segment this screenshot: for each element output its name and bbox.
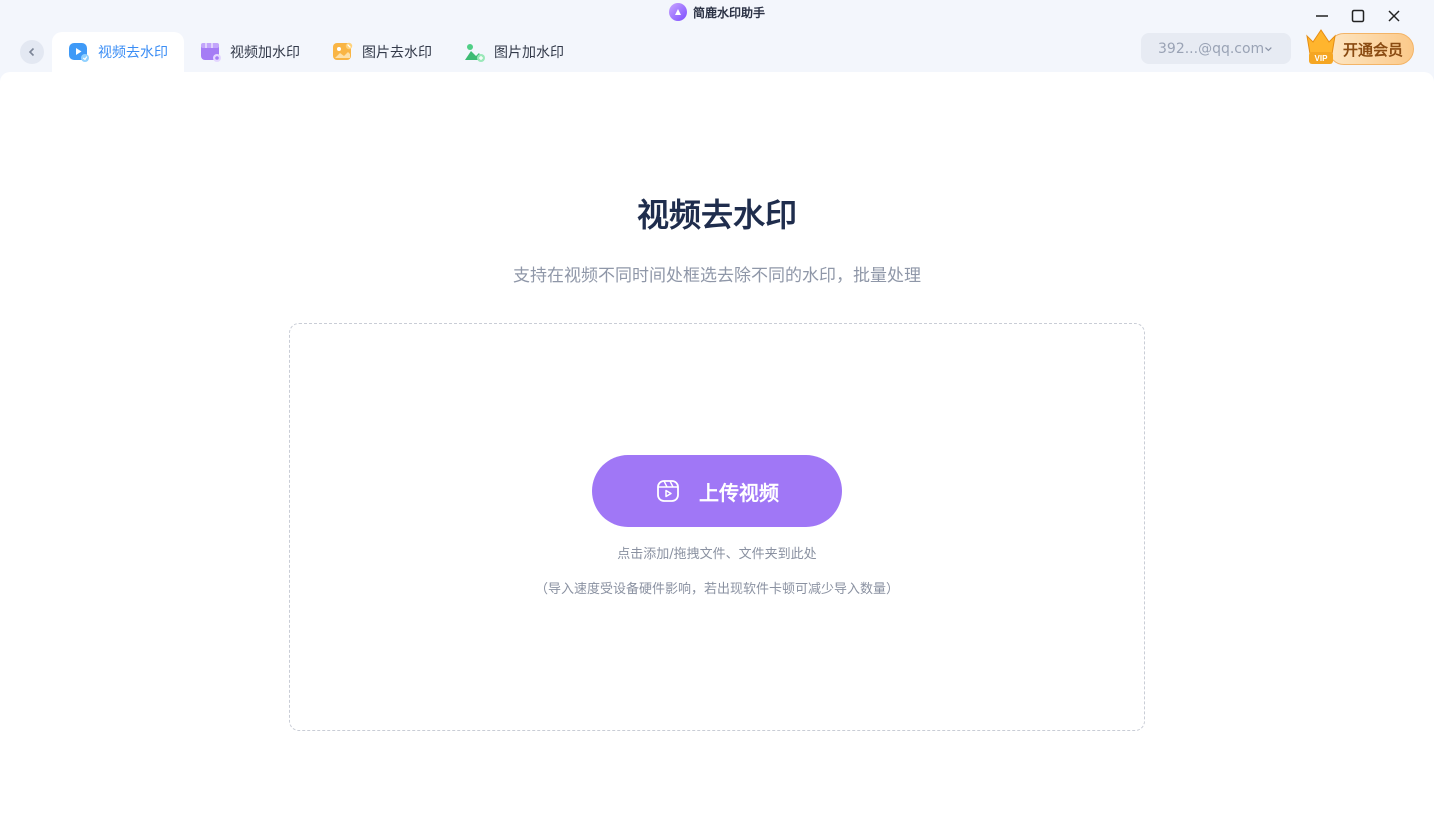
chevron-down-icon	[1265, 46, 1272, 51]
image-add-icon	[464, 41, 486, 63]
tab-bar: 视频去水印 视频加水印 图片去水印 图片加水印	[52, 32, 580, 72]
upload-label: 上传视频	[699, 480, 779, 505]
account-email: 392...@qq.com	[1158, 40, 1265, 57]
tab-video-add[interactable]: 视频加水印	[184, 32, 316, 72]
main-panel: 视频去水印 支持在视频不同时间处框选去除不同的水印，批量处理 上传视频 点击添加…	[0, 72, 1434, 822]
app-logo-icon	[668, 3, 687, 21]
page-subtitle: 支持在视频不同时间处框选去除不同的水印，批量处理	[513, 266, 921, 286]
tab-image-remove[interactable]: 图片去水印	[316, 32, 448, 72]
account-dropdown[interactable]: 392...@qq.com	[1141, 33, 1291, 64]
vip-badge: VIP	[1315, 54, 1329, 63]
tab-image-add[interactable]: 图片加水印	[448, 32, 580, 72]
minimize-icon[interactable]	[1312, 4, 1332, 28]
tab-video-remove[interactable]: 视频去水印	[52, 32, 184, 72]
tab-label: 图片加水印	[494, 45, 564, 61]
title-bar: 简鹿水印助手	[0, 0, 1434, 24]
app-title: 简鹿水印助手	[692, 5, 765, 20]
video-upload-icon	[657, 480, 679, 502]
maximize-icon[interactable]	[1348, 4, 1368, 28]
drop-zone[interactable]: 上传视频 点击添加/拖拽文件、文件夹到此处 （导入速度受设备硬件影响，若出现软件…	[289, 323, 1145, 731]
close-icon[interactable]	[1384, 4, 1404, 28]
tab-label: 图片去水印	[362, 45, 432, 61]
chevron-left-icon	[28, 47, 35, 57]
tab-label: 视频去水印	[98, 45, 168, 61]
drop-note: （导入速度受设备硬件影响，若出现软件卡顿可减少导入数量）	[534, 582, 899, 597]
vip-label: 开通会员	[1342, 40, 1403, 59]
tab-label: 视频加水印	[230, 45, 300, 61]
video-remove-icon	[68, 41, 90, 63]
video-add-icon	[200, 41, 222, 63]
drop-hint: 点击添加/拖拽文件、文件夹到此处	[617, 547, 817, 562]
back-button[interactable]	[20, 40, 44, 64]
image-remove-icon	[332, 41, 354, 63]
upload-video-button[interactable]: 上传视频	[592, 455, 842, 527]
page-title: 视频去水印	[636, 196, 797, 234]
window-controls	[1312, 4, 1404, 28]
crown-icon: VIP	[1304, 26, 1338, 66]
vip-button[interactable]: 开通会员	[1328, 33, 1414, 65]
